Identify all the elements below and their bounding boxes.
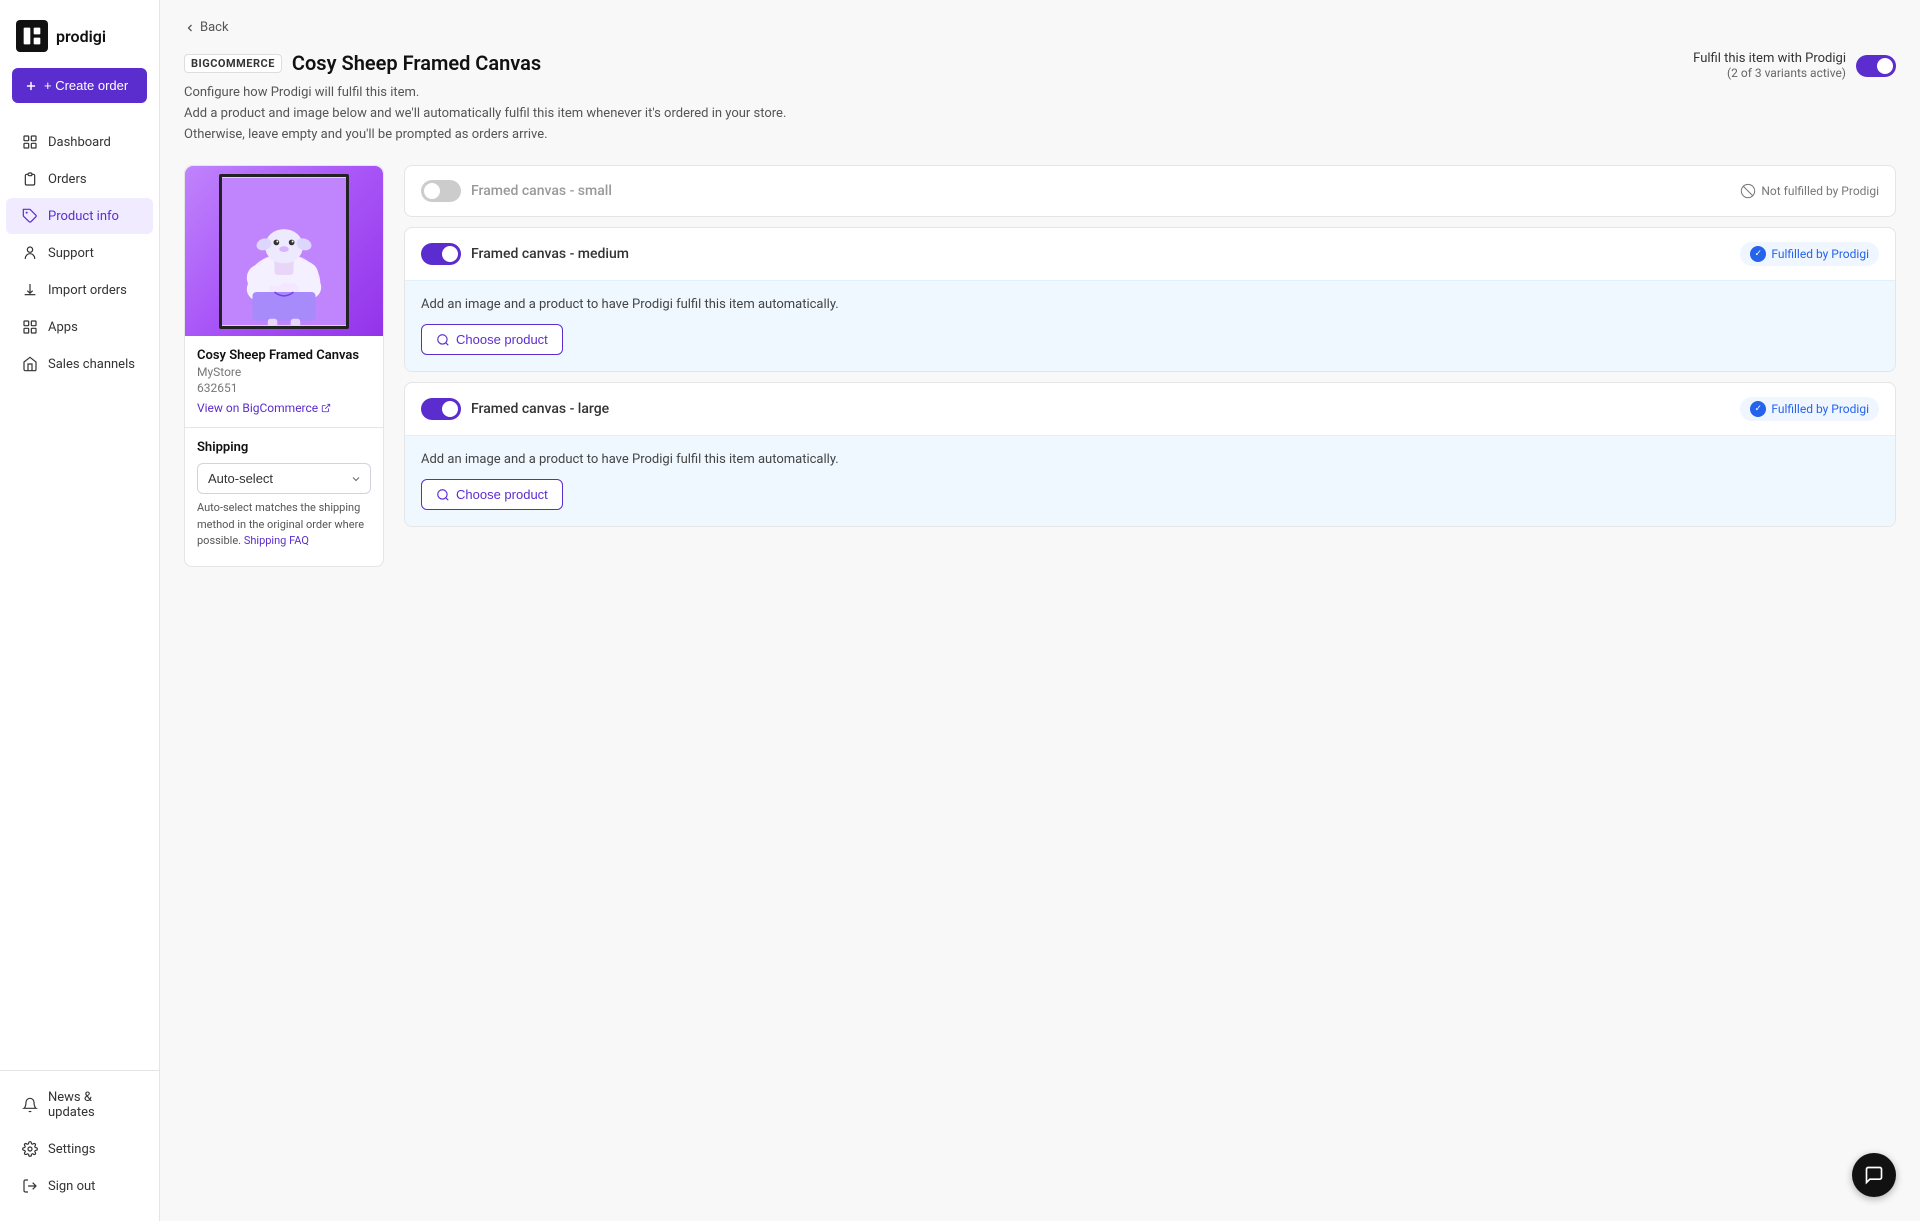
variant-body-text-medium: Add an image and a product to have Prodi… bbox=[421, 297, 1879, 312]
page-desc-line1: Configure how Prodigi will fulfil this i… bbox=[184, 83, 786, 104]
sidebar-item-label: Sales channels bbox=[48, 357, 135, 372]
sidebar-item-orders[interactable]: Orders bbox=[6, 161, 153, 197]
sidebar-item-label: Orders bbox=[48, 172, 87, 187]
page-header-left: BIGCOMMERCE Cosy Sheep Framed Canvas Con… bbox=[184, 51, 786, 145]
sidebar-item-label: News & updates bbox=[48, 1090, 137, 1120]
variant-header-medium: Framed canvas - medium ✓ Fulfilled by Pr… bbox=[405, 228, 1895, 280]
variant-header-small: Framed canvas - small Not fulfilled by P… bbox=[405, 166, 1895, 216]
not-fulfilled-label: Not fulfilled by Prodigi bbox=[1761, 184, 1879, 198]
product-image bbox=[185, 166, 383, 336]
variant-header-large: Framed canvas - large ✓ Fulfilled by Pro… bbox=[405, 383, 1895, 435]
sidebar-nav: Dashboard Orders Product info Support Im… bbox=[0, 119, 159, 1070]
fulfilled-dot: ✓ bbox=[1750, 246, 1766, 262]
choose-product-button-medium[interactable]: Choose product bbox=[421, 324, 563, 355]
variant-header-left: Framed canvas - small bbox=[421, 180, 612, 202]
page-desc-line2: Add a product and image below and we'll … bbox=[184, 104, 786, 125]
variants-panel: Framed canvas - small Not fulfilled by P… bbox=[404, 165, 1896, 567]
product-id: 632651 bbox=[197, 381, 371, 395]
shipping-label: Shipping bbox=[197, 440, 371, 455]
sidebar-item-dashboard[interactable]: Dashboard bbox=[6, 124, 153, 160]
sidebar-item-label: Settings bbox=[48, 1142, 95, 1157]
shipping-note: Auto-select matches the shipping method … bbox=[197, 500, 371, 550]
variant-card-large: Framed canvas - large ✓ Fulfilled by Pro… bbox=[404, 382, 1896, 527]
chat-button[interactable] bbox=[1852, 1153, 1896, 1197]
main-content: Back BIGCOMMERCE Cosy Sheep Framed Canva… bbox=[160, 0, 1920, 1221]
sidebar: prodigi + Create order Dashboard Orders … bbox=[0, 0, 160, 1221]
variant-toggle-medium[interactable] bbox=[421, 243, 461, 265]
variant-name-small: Framed canvas - small bbox=[471, 183, 612, 199]
sidebar-item-settings[interactable]: Settings bbox=[6, 1131, 153, 1167]
fulfilled-label: Fulfilled by Prodigi bbox=[1771, 247, 1869, 261]
sidebar-item-label: Support bbox=[48, 246, 94, 261]
variant-name-large: Framed canvas - large bbox=[471, 401, 609, 417]
sidebar-item-news-updates[interactable]: News & updates bbox=[6, 1080, 153, 1130]
sidebar-item-label: Product info bbox=[48, 209, 119, 224]
variant-toggle-small[interactable] bbox=[421, 180, 461, 202]
logo-text: prodigi bbox=[56, 27, 106, 46]
sidebar-bottom: News & updates Settings Sign out bbox=[0, 1070, 159, 1221]
fulfilled-label-large: Fulfilled by Prodigi bbox=[1771, 402, 1869, 416]
back-link[interactable]: Back bbox=[184, 20, 1896, 35]
product-link[interactable]: View on BigCommerce bbox=[197, 401, 371, 415]
fulfil-toggle-area: Fulfil this item with Prodigi (2 of 3 va… bbox=[1693, 51, 1896, 80]
fulfilled-badge-medium: ✓ Fulfilled by Prodigi bbox=[1740, 242, 1879, 266]
product-card: Cosy Sheep Framed Canvas MyStore 632651 … bbox=[184, 165, 384, 567]
fulfilled-dot-large: ✓ bbox=[1750, 401, 1766, 417]
sidebar-item-sales-channels[interactable]: Sales channels bbox=[6, 346, 153, 382]
sidebar-item-label: Dashboard bbox=[48, 135, 111, 150]
page-header: BIGCOMMERCE Cosy Sheep Framed Canvas Con… bbox=[184, 51, 1896, 145]
variant-toggle-large[interactable] bbox=[421, 398, 461, 420]
product-info-section: Cosy Sheep Framed Canvas MyStore 632651 … bbox=[185, 336, 383, 415]
variant-header-left-medium: Framed canvas - medium bbox=[421, 243, 629, 265]
sidebar-item-apps[interactable]: Apps bbox=[6, 309, 153, 345]
sidebar-item-import-orders[interactable]: Import orders bbox=[6, 272, 153, 308]
shipping-select[interactable]: Auto-select Standard Express Overnight bbox=[197, 463, 371, 494]
variant-body-medium: Add an image and a product to have Prodi… bbox=[405, 280, 1895, 371]
fulfil-label: Fulfil this item with Prodigi bbox=[1693, 51, 1846, 66]
shipping-section: Shipping Auto-select Standard Express Ov… bbox=[185, 427, 383, 550]
fulfil-toggle[interactable] bbox=[1856, 55, 1896, 77]
content-area: Cosy Sheep Framed Canvas MyStore 632651 … bbox=[184, 165, 1896, 567]
sidebar-item-sign-out[interactable]: Sign out bbox=[6, 1168, 153, 1204]
fulfilled-badge-large: ✓ Fulfilled by Prodigi bbox=[1740, 397, 1879, 421]
variant-name-medium: Framed canvas - medium bbox=[471, 246, 629, 262]
product-name: Cosy Sheep Framed Canvas bbox=[197, 348, 371, 363]
logo-icon bbox=[16, 20, 48, 52]
page-title: Cosy Sheep Framed Canvas bbox=[292, 51, 541, 75]
create-order-button[interactable]: + Create order bbox=[12, 68, 147, 103]
sidebar-item-label: Sign out bbox=[48, 1179, 95, 1194]
variant-body-text-large: Add an image and a product to have Prodi… bbox=[421, 452, 1879, 467]
page-desc-line3: Otherwise, leave empty and you'll be pro… bbox=[184, 125, 786, 146]
variant-card-medium: Framed canvas - medium ✓ Fulfilled by Pr… bbox=[404, 227, 1896, 372]
sidebar-item-product-info[interactable]: Product info bbox=[6, 198, 153, 234]
page-title-row: BIGCOMMERCE Cosy Sheep Framed Canvas bbox=[184, 51, 786, 75]
platform-badge: BIGCOMMERCE bbox=[184, 54, 282, 73]
fulfil-sub: (2 of 3 variants active) bbox=[1693, 66, 1846, 80]
sidebar-logo: prodigi bbox=[0, 0, 159, 68]
variant-body-large: Add an image and a product to have Prodi… bbox=[405, 435, 1895, 526]
not-fulfilled-badge-small: Not fulfilled by Prodigi bbox=[1740, 183, 1879, 199]
choose-product-button-large[interactable]: Choose product bbox=[421, 479, 563, 510]
variant-header-left-large: Framed canvas - large bbox=[421, 398, 609, 420]
sidebar-item-label: Import orders bbox=[48, 283, 127, 298]
variant-card-small: Framed canvas - small Not fulfilled by P… bbox=[404, 165, 1896, 217]
shipping-faq-link[interactable]: Shipping FAQ bbox=[244, 534, 309, 547]
product-store: MyStore bbox=[197, 365, 371, 379]
sidebar-item-label: Apps bbox=[48, 320, 78, 335]
sidebar-item-support[interactable]: Support bbox=[6, 235, 153, 271]
